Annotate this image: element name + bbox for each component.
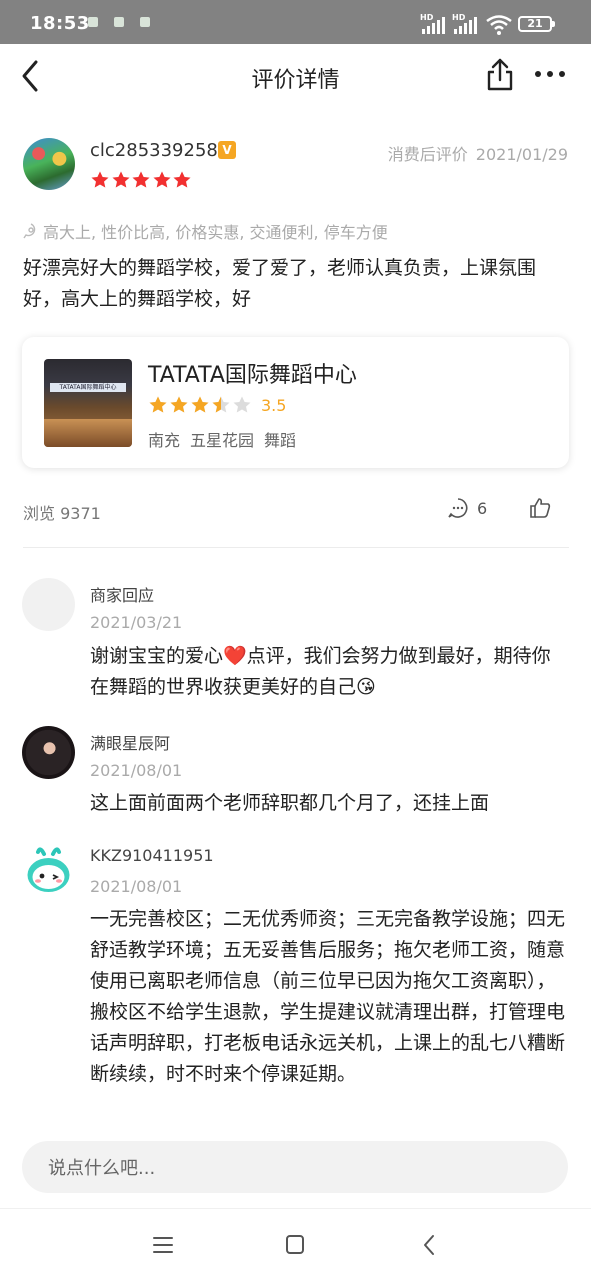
review-type-label: 消费后评价 [387, 145, 468, 164]
tag-icon [23, 223, 36, 239]
shop-location: 南充 五星花园 舞蹈 [148, 427, 296, 451]
star-icon [112, 171, 129, 188]
shop-area: 南充 [148, 431, 181, 450]
comment-author[interactable]: 满眼星辰阿 [90, 730, 170, 754]
back-nav-icon[interactable] [416, 1233, 444, 1257]
star-icon [153, 171, 170, 188]
star-icon [170, 396, 188, 413]
avatar[interactable] [23, 138, 75, 190]
home-icon[interactable] [281, 1233, 309, 1257]
star-icon [173, 171, 191, 188]
notification-icon [140, 17, 150, 27]
star-icon [212, 396, 230, 413]
comment-text: 一无完善校区；二无优秀师资；三无完备教学设施；四无舒适教学环境；五无妥善售后服务… [90, 908, 566, 1085]
star-icon [91, 171, 109, 188]
view-count: 浏览 9371 [23, 500, 101, 524]
comment-date: 2021/08/01 [90, 761, 183, 780]
shop-card[interactable]: TATATA国际舞蹈中心 TATATA国际舞蹈中心 3.5 南充 五星花园 舞蹈 [22, 337, 569, 468]
shop-name: TATATA国际舞蹈中心 [148, 363, 357, 388]
review-date: 2021/01/29 [475, 145, 568, 164]
menu-icon[interactable] [149, 1233, 177, 1257]
star-icon [132, 171, 150, 188]
system-nav-bar [0, 1208, 591, 1281]
share-button[interactable] [480, 54, 520, 98]
shop-category: 舞蹈 [264, 431, 297, 450]
comment-text: 谢谢宝宝的爱心❤️点评，我们会努力做到最好，期待你在舞蹈的世界收获更美好的自己😘 [90, 645, 551, 698]
avatar[interactable] [22, 726, 75, 779]
shop-district: 五星花园 [190, 431, 255, 450]
review-text: 好漂亮好大的舞蹈学校，爱了爱了，老师认真负责，上课氛围好，高大上的舞蹈学校，好 [23, 257, 537, 310]
views-value: 9371 [60, 504, 101, 523]
status-time: 18:53 [30, 13, 90, 34]
divider [23, 547, 569, 548]
shop-image-sign: TATATA国际舞蹈中心 [50, 383, 126, 392]
signal-icon [454, 16, 479, 34]
notification-icon [114, 17, 124, 27]
comment-input-bar[interactable] [22, 1141, 568, 1195]
notification-icon [88, 17, 98, 27]
comment-count: 6 [477, 498, 488, 518]
comment-date: 2021/08/01 [90, 877, 183, 896]
shop-rating-stars: 3.5 [148, 395, 286, 415]
like-button[interactable] [528, 496, 552, 524]
signal-icon [422, 16, 447, 34]
comment-author: 商家回应 [90, 586, 155, 605]
comment-input[interactable] [46, 1141, 550, 1195]
thumbs-up-icon [530, 498, 551, 518]
shop-image: TATATA国际舞蹈中心 [44, 359, 132, 447]
battery-icon: 21 [518, 16, 555, 32]
share-icon [487, 58, 513, 91]
cartoon-avatar-icon [27, 847, 70, 892]
more-button[interactable] [530, 54, 574, 98]
wifi-icon [486, 15, 512, 35]
review-stars [90, 170, 193, 190]
avatar[interactable] [22, 844, 75, 897]
star-icon [149, 396, 167, 413]
shop-rating-value: 3.5 [261, 395, 287, 415]
comment-text: 这上面前面两个老师辞职都几个月了，还挂上面 [90, 792, 490, 814]
review-meta: 消费后评价 2021/01/29 [388, 141, 568, 165]
vip-badge: V [218, 141, 236, 159]
status-bar: 18:53 HD HD 21 [0, 0, 591, 44]
comment-date: 2021/03/21 [90, 613, 183, 632]
comment-icon [448, 498, 468, 518]
reviewer-name[interactable]: clc285339258 [90, 140, 218, 161]
star-icon [191, 396, 209, 413]
header: 评价详情 [0, 44, 591, 106]
views-label: 浏览 [23, 504, 56, 523]
comment-button[interactable]: 6 [447, 497, 487, 519]
comment-author[interactable]: KKZ910411951 [90, 846, 214, 865]
tags-text: 高大上, 性价比高, 价格实惠, 交通便利, 停车方便 [43, 223, 388, 242]
more-icon [535, 71, 565, 77]
review-tags: 高大上, 性价比高, 价格实惠, 交通便利, 停车方便 [23, 219, 388, 243]
star-icon [233, 396, 251, 413]
merchant-avatar [22, 578, 75, 631]
